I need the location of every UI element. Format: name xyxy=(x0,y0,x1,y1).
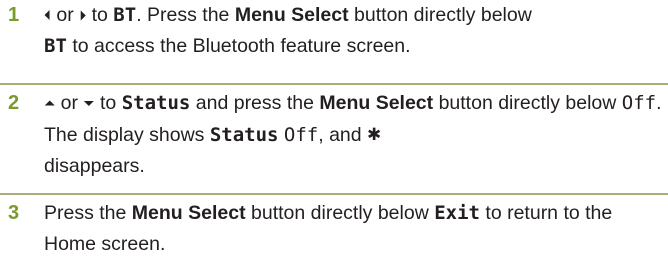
lcd-bt-label: BT xyxy=(44,35,67,57)
down-arrow-icon: ⏷ xyxy=(83,95,95,111)
instruction-steps: 1 ⏴ or ⏵ to BT. Press the Menu Select bu… xyxy=(0,0,668,255)
step-text-fragment: . Press the xyxy=(136,4,230,26)
step-text-fragment: button directly below xyxy=(251,202,429,224)
step-1: 1 ⏴ or ⏵ to BT. Press the Menu Select bu… xyxy=(0,0,668,85)
step-text-to: to xyxy=(100,92,117,114)
step-number: 1 xyxy=(8,4,20,26)
bluetooth-icon: ✱ xyxy=(367,125,382,144)
lcd-off-label: Off xyxy=(621,92,657,114)
step-text-fragment: Press the xyxy=(44,202,127,224)
step-text-fragment: button directly below xyxy=(438,92,617,114)
step-text: ⏶ or ⏷ to Status and press the Menu Sele… xyxy=(44,88,664,182)
step-text-or: or xyxy=(60,92,78,114)
step-text-to: to xyxy=(91,4,108,26)
step-text-fragment: to access the Bluetooth feature screen. xyxy=(72,35,411,57)
up-arrow-icon: ⏶ xyxy=(44,95,56,111)
lcd-exit-label: Exit xyxy=(434,202,480,224)
step-text-or: or xyxy=(56,4,74,26)
step-text-fragment: , and xyxy=(318,124,362,146)
step-text-fragment: disappears. xyxy=(44,155,145,177)
left-arrow-icon: ⏴ xyxy=(44,7,51,23)
step-text-fragment: and press the xyxy=(195,92,314,114)
menu-select-label: Menu Select xyxy=(319,92,434,114)
step-number: 2 xyxy=(8,92,20,114)
lcd-bt-label: BT xyxy=(113,4,137,26)
step-3: 3 Press the Menu Select button directly … xyxy=(0,195,668,255)
lcd-status-label: Status xyxy=(121,92,191,114)
step-2: 2 ⏶ or ⏷ to Status and press the Menu Se… xyxy=(0,85,668,195)
menu-select-label: Menu Select xyxy=(234,4,349,26)
step-text-fragment: button directly below xyxy=(354,4,532,26)
step-text: Press the Menu Select button directly be… xyxy=(44,198,664,260)
lcd-status-label: Status xyxy=(209,124,279,146)
right-arrow-icon: ⏵ xyxy=(79,7,87,23)
step-text: ⏴ or ⏵ to BT. Press the Menu Select butt… xyxy=(44,0,664,62)
step-number: 3 xyxy=(8,202,20,224)
menu-select-label: Menu Select xyxy=(131,202,246,224)
lcd-off-label: Off xyxy=(283,124,319,146)
